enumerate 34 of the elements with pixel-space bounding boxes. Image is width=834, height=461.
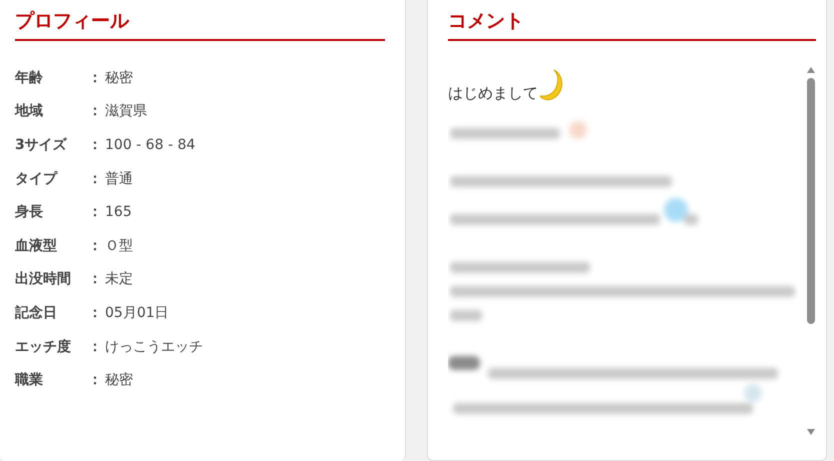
field-value: Ｏ型 xyxy=(105,236,133,255)
colon: ： xyxy=(87,136,103,154)
field-value: 秘密 xyxy=(105,371,133,390)
scrollbar[interactable] xyxy=(806,67,816,435)
field-label: 血液型 xyxy=(15,236,58,255)
field-label: 出没時間 xyxy=(15,270,72,288)
field-value: けっこうエッチ xyxy=(105,338,203,356)
section-title: プロフィール xyxy=(15,8,385,41)
colon: ： xyxy=(87,371,103,390)
field-label: 3サイズ xyxy=(15,136,68,154)
field-value: 滋賀県 xyxy=(105,102,147,120)
field-value: 未定 xyxy=(105,270,133,288)
field-value: 100 - 68 - 84 xyxy=(105,136,196,153)
colon: ： xyxy=(87,304,103,322)
colon: ： xyxy=(87,236,103,255)
colon: ： xyxy=(87,170,103,188)
field-label: 地域 xyxy=(15,102,44,120)
field-label: 記念日 xyxy=(15,304,58,322)
colon: ： xyxy=(87,102,103,120)
field-value: 普通 xyxy=(105,170,133,188)
field-label: 職業 xyxy=(15,371,44,390)
section-title: コメント xyxy=(448,8,816,41)
field-label: 身長 xyxy=(15,203,44,222)
colon: ： xyxy=(87,338,103,356)
field-value: 165 xyxy=(105,204,132,220)
field-value: 秘密 xyxy=(105,68,133,87)
comment-text: はじめまして xyxy=(448,84,538,103)
field-value: 05月01日 xyxy=(105,304,169,322)
colon: ： xyxy=(87,68,103,87)
field-label: エッチ度 xyxy=(15,338,72,356)
field-label: 年齢 xyxy=(15,68,44,87)
colon: ： xyxy=(87,270,103,288)
colon: ： xyxy=(87,203,103,222)
field-label: タイプ xyxy=(15,170,59,188)
